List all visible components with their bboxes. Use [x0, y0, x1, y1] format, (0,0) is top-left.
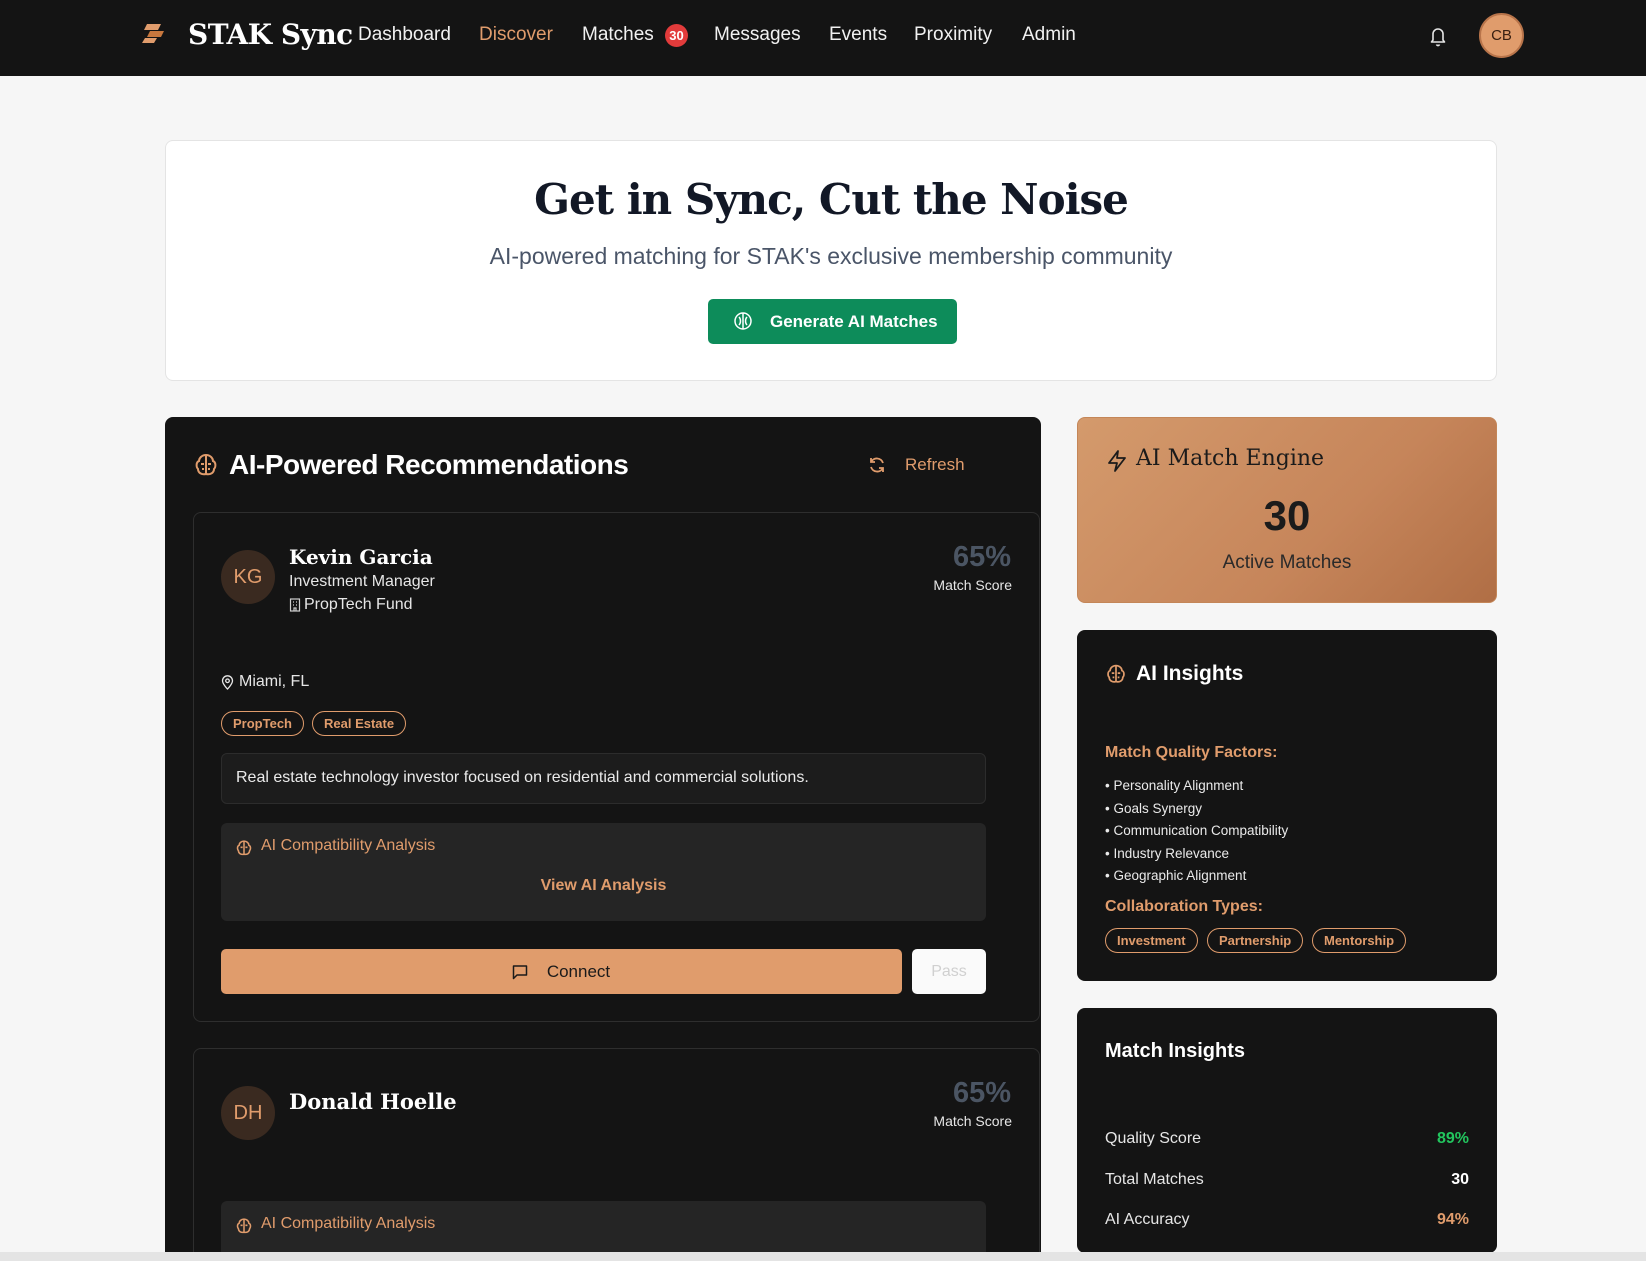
- match-insights-card: Match Insights Quality Score 89% Total M…: [1077, 1008, 1497, 1253]
- collaboration-types-title: Collaboration Types:: [1105, 898, 1263, 915]
- ai-compatibility-section: AI Compatibility Analysis View AI Analys…: [221, 823, 986, 921]
- refresh-label: Refresh: [905, 455, 965, 474]
- insight-value: 89%: [1436, 1130, 1469, 1147]
- ai-match-engine-card: AI Match Engine 30 Active Matches: [1077, 417, 1497, 603]
- match-insights-title: Match Insights: [1105, 1040, 1246, 1062]
- ai-compatibility-title: AI Compatibility Analysis: [261, 837, 436, 854]
- match-score-label: Match Score: [933, 1113, 1012, 1129]
- insight-label: Quality Score: [1105, 1130, 1202, 1147]
- pass-button[interactable]: Pass: [912, 949, 986, 994]
- horizontal-scrollbar[interactable]: [0, 1252, 1646, 1261]
- member-role: Investment Manager: [289, 573, 435, 590]
- collaboration-tag: Partnership: [1207, 928, 1304, 953]
- ai-insights-title: AI Insights: [1136, 662, 1244, 685]
- member-name[interactable]: Donald Hoelle: [289, 1089, 457, 1114]
- match-score-value: 65%: [952, 1077, 1011, 1109]
- generate-button-label: Generate AI Matches: [770, 312, 938, 331]
- member-name[interactable]: Kevin Garcia: [289, 545, 433, 569]
- nav-matches[interactable]: Matches: [582, 24, 654, 46]
- avatar: KG: [221, 550, 275, 604]
- quality-factors-list: Personality Alignment Goals Synergy Comm…: [1105, 775, 1288, 888]
- view-ai-analysis-link[interactable]: View AI Analysis: [221, 877, 986, 895]
- list-item: Personality Alignment: [1105, 775, 1288, 798]
- recommendations-panel: AI-Powered Recommendations Refresh KG Ke…: [165, 417, 1041, 1261]
- brain-icon: [236, 840, 252, 856]
- member-bio: Real estate technology investor focused …: [221, 753, 986, 804]
- message-icon: [512, 965, 528, 980]
- nav-messages[interactable]: Messages: [714, 24, 801, 46]
- nav-events[interactable]: Events: [829, 24, 887, 46]
- insight-value: 30: [1451, 1171, 1469, 1188]
- brand-name[interactable]: STAK Sync: [188, 18, 353, 51]
- industry-tag: Real Estate: [312, 711, 407, 736]
- map-pin-icon: [221, 675, 234, 690]
- insight-row: Quality Score 89%: [1105, 1130, 1469, 1148]
- insight-row: AI Accuracy 94%: [1105, 1211, 1469, 1229]
- ai-insights-card: AI Insights Match Quality Factors: Perso…: [1077, 630, 1497, 981]
- brain-icon: [236, 1218, 252, 1234]
- brain-icon: [195, 453, 217, 476]
- list-item: Goals Synergy: [1105, 798, 1288, 821]
- connect-label: Connect: [546, 962, 611, 981]
- brain-icon: [1107, 664, 1125, 683]
- collaboration-tag: Mentorship: [1312, 928, 1407, 953]
- building-icon: [289, 598, 301, 612]
- industry-tag: PropTech: [221, 711, 304, 736]
- recommendations-title: AI-Powered Recommendations: [229, 449, 629, 480]
- match-card: KG Kevin Garcia Investment Manager PropT…: [193, 512, 1040, 1022]
- hero-title: Get in Sync, Cut the Noise: [534, 175, 1129, 224]
- ai-compatibility-title: AI Compatibility Analysis: [261, 1215, 436, 1232]
- active-matches-label: Active Matches: [1222, 552, 1352, 573]
- top-navbar: STAK Sync Dashboard Discover Matches 30 …: [0, 0, 1646, 76]
- generate-ai-matches-button[interactable]: Generate AI Matches: [708, 299, 957, 344]
- collaboration-tag: Investment: [1105, 928, 1198, 953]
- member-company: PropTech Fund: [304, 596, 413, 613]
- list-item: Communication Compatibility: [1105, 820, 1288, 843]
- refresh-icon: [870, 457, 884, 473]
- nav-admin[interactable]: Admin: [1022, 24, 1076, 46]
- insight-value: 94%: [1436, 1211, 1469, 1228]
- nav-discover[interactable]: Discover: [479, 24, 553, 46]
- hero-section: Get in Sync, Cut the Noise AI-powered ma…: [165, 140, 1497, 381]
- match-quality-factors-title: Match Quality Factors:: [1105, 744, 1278, 761]
- brain-icon: [734, 312, 752, 330]
- logo-icon: [142, 24, 164, 43]
- hero-subtitle: AI-powered matching for STAK's exclusive…: [489, 243, 1173, 269]
- insight-label: Total Matches: [1105, 1171, 1204, 1188]
- bell-icon[interactable]: [1428, 24, 1448, 48]
- refresh-button[interactable]: Refresh: [870, 455, 965, 475]
- nav-dashboard[interactable]: Dashboard: [358, 24, 451, 46]
- insight-label: AI Accuracy: [1105, 1211, 1190, 1228]
- active-matches-count: 30: [1263, 492, 1311, 539]
- engine-title: AI Match Engine: [1136, 446, 1325, 471]
- matches-count-badge: 30: [665, 24, 688, 47]
- match-score-label: Match Score: [933, 577, 1012, 593]
- connect-button[interactable]: Connect: [221, 949, 902, 994]
- insight-row: Total Matches 30: [1105, 1171, 1469, 1189]
- list-item: Geographic Alignment: [1105, 865, 1288, 888]
- match-card: DH Donald Hoelle 65% Match Score AI Comp…: [193, 1048, 1040, 1261]
- lightning-icon: [1108, 450, 1126, 472]
- member-location: Miami, FL: [239, 673, 310, 690]
- list-item: Industry Relevance: [1105, 843, 1288, 866]
- user-avatar[interactable]: CB: [1479, 13, 1524, 58]
- nav-proximity[interactable]: Proximity: [914, 24, 992, 46]
- avatar: DH: [221, 1086, 275, 1140]
- match-score-value: 65%: [952, 541, 1011, 573]
